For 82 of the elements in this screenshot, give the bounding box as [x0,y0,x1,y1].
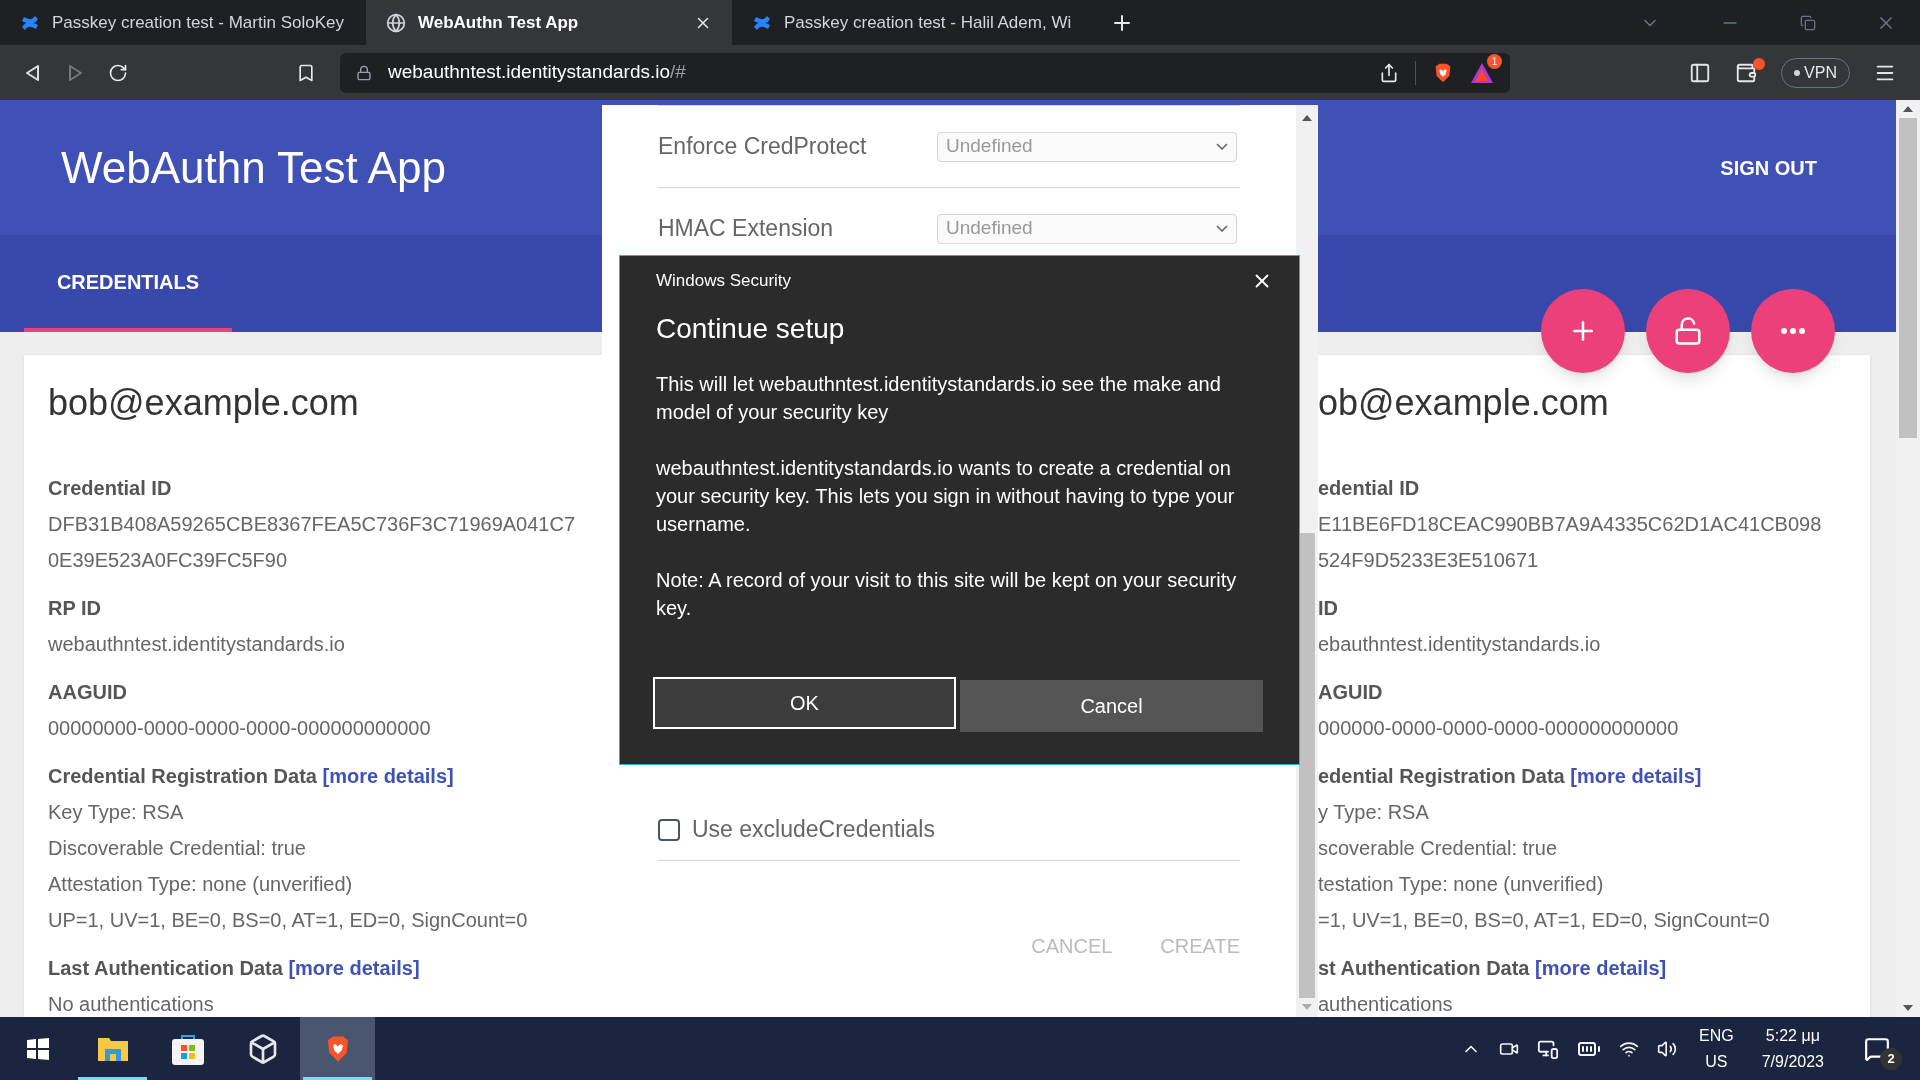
field-value: Discoverable Credential: true [48,836,306,861]
field-value: authentications [1318,992,1453,1017]
field-value: E11BE6FD18CEAC990BB7A9A4335C62D1AC41CB098 [1318,512,1822,537]
field-label: edential ID [1318,476,1420,501]
chevron-down-icon [1216,225,1228,232]
page-tab[interactable]: CREDENTIALS [24,235,232,332]
field-label: RP ID [48,596,101,621]
back-icon[interactable] [24,63,42,82]
tab-title: WebAuthn Test App [418,11,580,34]
notification-badge: 1 [1487,53,1502,69]
forward-icon[interactable] [66,63,84,82]
field-value: 00000000-0000-0000-0000-000000000000 [48,716,431,741]
scrollbar[interactable] [1296,105,1318,1017]
url-text: webauthntest.identitystandards.io/# [388,60,686,85]
section-heading: edential Registration Data [more details] [1318,764,1702,789]
dialog-message: Note: A record of your visit to this site will be kept on your security key. [656,567,1238,621]
windows-logo-icon [25,1036,50,1061]
field-label: AGUID [1318,680,1383,705]
field-value: No authentications [48,992,214,1017]
checkbox-label: Use excludeCredentials [692,815,935,845]
field-value: Key Type: RSA [48,800,184,825]
option-label: Enforce CredProtect [658,132,868,162]
more-details-link[interactable]: [more details] [1535,957,1667,979]
dialog-title: Continue setup [656,311,846,346]
more-details-link[interactable]: [more details] [1570,765,1702,787]
lock-icon [356,64,372,81]
address-bar[interactable]: webauthntest.identitystandards.io/# 1 [340,52,1510,93]
dialog-caption: Windows Security [656,270,793,292]
reload-icon[interactable] [108,62,128,83]
more-icon [1781,328,1805,334]
field-value: y Type: RSA [1318,800,1429,825]
field-value: 524F9D5233E3E510671 [1318,548,1539,573]
tab-title: Passkey creation test - Halil Adem, Wi [784,11,1073,34]
dialog-button[interactable]: OK [653,677,956,729]
field-value: testation Type: none (unverified) [1318,872,1604,897]
volume-icon[interactable] [1657,1038,1678,1059]
share-icon[interactable] [1379,62,1399,83]
field-label: Credential ID [48,476,172,501]
section-heading: Last Authentication Data [more details] [48,956,420,981]
field-value: Attestation Type: none (unverified) [48,872,353,897]
notification-count: 2 [1880,1047,1902,1070]
section-heading: st Authentication Data [more details] [1318,956,1667,981]
card-email: bob@example.com [48,381,359,425]
app-title: WebAuthn Test App [61,141,446,194]
field-value: =1, UV=1, BE=0, BS=0, AT=1, ED=0, SignCount=0 [1318,908,1770,933]
region-code[interactable]: US [1705,1048,1728,1075]
scroll-up-icon[interactable] [1301,113,1313,123]
scroll-down-icon[interactable] [1902,1003,1914,1013]
option-label: HMAC Extension [658,214,835,244]
more-details-link[interactable]: [more details] [322,765,454,787]
language-code[interactable]: ENG [1699,1022,1734,1049]
bookmark-icon[interactable] [296,62,316,83]
field-value: webauthntest.identitystandards.io [48,632,345,657]
field-label: ID [1318,596,1338,621]
sign-out-button[interactable]: SIGN OUT [1720,152,1817,183]
dialog-message: This will let webauthntest.identitystandards.io see the make and model of your security key [656,371,1222,425]
sidebar-icon[interactable] [1689,61,1712,84]
globe-icon [386,12,406,33]
notifications-icon[interactable] [1864,1035,1890,1062]
clock-date[interactable]: 7/9/2023 [1761,1048,1824,1075]
field-label: AAGUID [48,680,127,705]
field-value: ebauthntest.identitystandards.io [1318,632,1601,657]
field-value: UP=1, UV=1, BE=0, BS=0, AT=1, ED=0, SignCount=0 [48,908,528,933]
field-value: DFB31B408A59265CBE8367FEA5C736F3C71969A041C7 [48,512,576,537]
clock-time[interactable]: 5:22 μμ [1765,1022,1820,1049]
checkbox[interactable] [658,818,680,841]
dialog-message: webauthntest.identitystandards.io wants to create a credential on your security key. This lets you sign in without having to type your username. [656,455,1236,537]
field-value: scoverable Credential: true [1318,836,1557,861]
tab-title: Passkey creation test - Martin SoloKey [52,11,345,34]
browser-tab[interactable]: WebAuthn Test App [366,0,732,45]
triangle-icon[interactable] [1470,61,1494,84]
chevron-down-icon [1216,143,1228,150]
field-value: 000000-0000-0000-0000-000000000000 [1318,716,1679,741]
section-heading: Credential Registration Data [more details] [48,764,454,789]
dialog-button[interactable]: Cancel [960,680,1263,732]
field-value: 0E39E523A0FC39FC5F90 [48,548,288,573]
card-email: ob@example.com [1318,381,1609,425]
more-details-link[interactable]: [more details] [288,957,420,979]
padlock-icon [1673,316,1703,346]
restore-icon[interactable] [1800,15,1816,31]
wallet-icon[interactable] [1735,61,1758,84]
scroll-up-icon[interactable] [1902,104,1914,114]
